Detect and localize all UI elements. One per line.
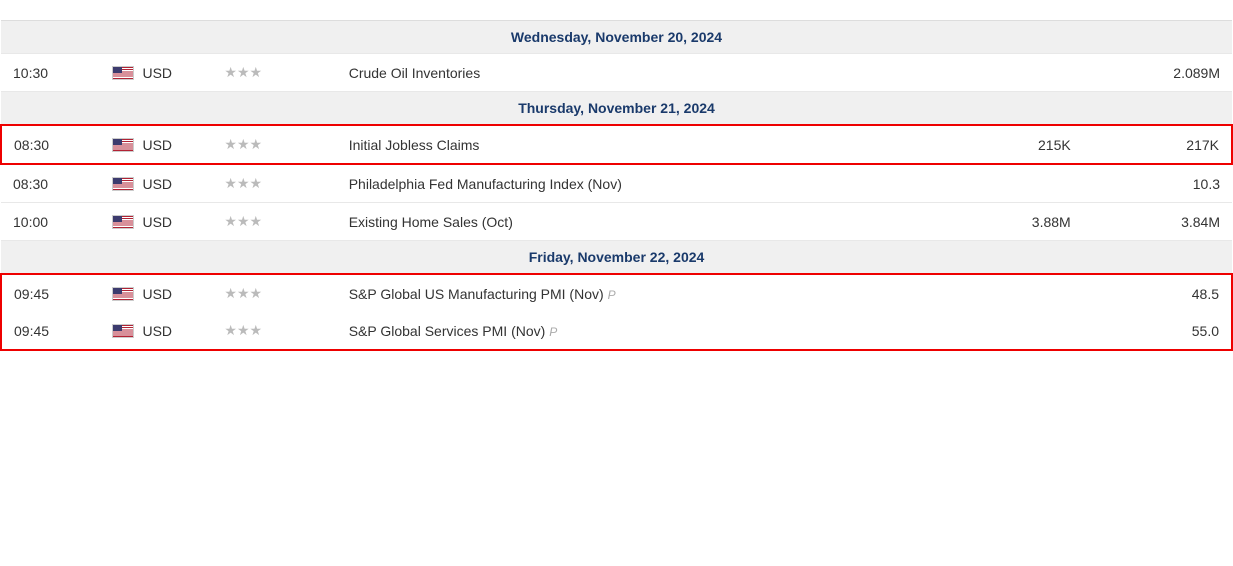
star-icon: ★ [250,285,263,302]
event-currency: USD [100,54,212,92]
event-importance: ★★★ [212,312,336,350]
event-name[interactable]: Philadelphia Fed Manufacturing Index (No… [337,164,772,203]
star-icon: ★ [237,213,250,230]
event-importance: ★★★ [212,164,336,203]
section-header: Friday, November 22, 2024 [1,241,1232,275]
star-icon: ★ [250,175,263,192]
header-actual [772,0,896,21]
event-currency: USD [100,125,212,164]
prelim-label: P [549,325,557,339]
event-actual [772,125,896,164]
event-actual [772,312,896,350]
table-row: 10:00USD★★★Existing Home Sales (Oct)3.88… [1,203,1232,241]
header-importance [212,0,336,21]
star-icon: ★ [224,64,237,81]
event-previous: 3.84M [1083,203,1232,241]
event-currency: USD [100,164,212,203]
flag-icon [112,138,134,152]
star-icon: ★ [237,322,250,339]
event-time: 10:30 [1,54,100,92]
flag-icon [112,66,134,80]
event-time: 08:30 [1,125,100,164]
table-row: 08:30USD★★★Philadelphia Fed Manufacturin… [1,164,1232,203]
event-currency: USD [100,312,212,350]
star-icon: ★ [250,322,263,339]
event-actual [772,164,896,203]
section-header: Thursday, November 21, 2024 [1,92,1232,126]
table-row: 09:45USD★★★S&P Global US Manufacturing P… [1,274,1232,312]
event-name[interactable]: Crude Oil Inventories [337,54,772,92]
header-time [1,0,100,21]
event-actual [772,274,896,312]
event-forecast [896,312,1083,350]
flag-icon [112,177,134,191]
star-icon: ★ [224,175,237,192]
star-icon: ★ [237,64,250,81]
star-icon: ★ [250,213,263,230]
star-icon: ★ [237,136,250,153]
event-time: 10:00 [1,203,100,241]
event-currency: USD [100,203,212,241]
event-time: 09:45 [1,274,100,312]
table-row: 09:45USD★★★S&P Global Services PMI (Nov)… [1,312,1232,350]
star-icon: ★ [224,322,237,339]
star-icon: ★ [224,285,237,302]
prelim-label: P [608,288,616,302]
event-previous: 2.089M [1083,54,1232,92]
star-icon: ★ [237,175,250,192]
section-header: Wednesday, November 20, 2024 [1,21,1232,54]
star-icon: ★ [250,64,263,81]
event-name[interactable]: S&P Global US Manufacturing PMI (Nov)P [337,274,772,312]
table-row: 10:30USD★★★Crude Oil Inventories2.089M [1,54,1232,92]
star-icon: ★ [224,136,237,153]
star-icon: ★ [237,285,250,302]
event-forecast [896,54,1083,92]
event-time: 09:45 [1,312,100,350]
header-previous [1083,0,1232,21]
event-forecast [896,164,1083,203]
event-actual [772,203,896,241]
star-icon: ★ [250,136,263,153]
flag-icon [112,287,134,301]
event-actual [772,54,896,92]
event-importance: ★★★ [212,274,336,312]
event-previous: 10.3 [1083,164,1232,203]
star-icon: ★ [224,213,237,230]
event-previous: 217K [1083,125,1232,164]
header-forecast [896,0,1083,21]
event-forecast: 3.88M [896,203,1083,241]
flag-icon [112,215,134,229]
event-forecast [896,274,1083,312]
event-name[interactable]: S&P Global Services PMI (Nov)P [337,312,772,350]
event-previous: 48.5 [1083,274,1232,312]
table-row: 08:30USD★★★Initial Jobless Claims215K217… [1,125,1232,164]
event-importance: ★★★ [212,203,336,241]
event-previous: 55.0 [1083,312,1232,350]
header-currency [100,0,212,21]
event-forecast: 215K [896,125,1083,164]
event-importance: ★★★ [212,125,336,164]
event-importance: ★★★ [212,54,336,92]
event-currency: USD [100,274,212,312]
header-event [337,0,772,21]
flag-icon [112,324,134,338]
event-name[interactable]: Initial Jobless Claims [337,125,772,164]
event-time: 08:30 [1,164,100,203]
event-name[interactable]: Existing Home Sales (Oct) [337,203,772,241]
